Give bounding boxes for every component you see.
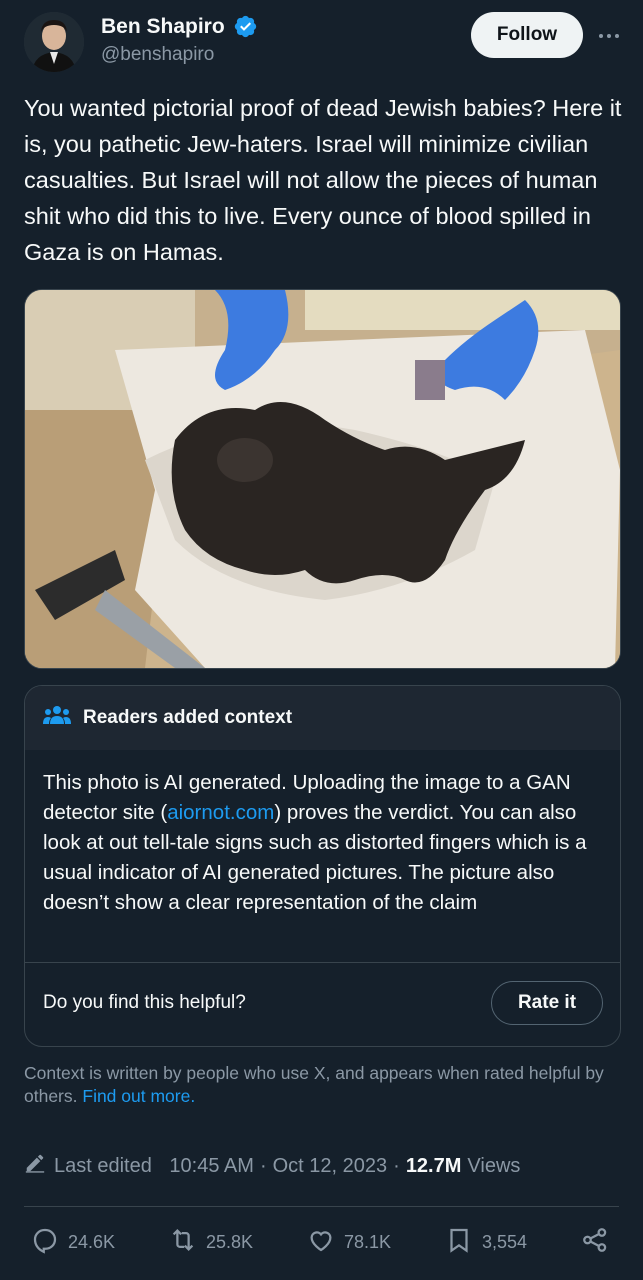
avatar-image	[24, 12, 84, 72]
follow-button[interactable]: Follow	[471, 12, 583, 58]
community-note-body: This photo is AI generated. Uploading th…	[25, 750, 620, 962]
divider	[24, 1206, 619, 1207]
author-display-name[interactable]: Ben Shapiro	[101, 15, 225, 39]
author-handle[interactable]: @benshapiro	[101, 44, 258, 66]
like-count: 78.1K	[344, 1231, 392, 1252]
tweet-date[interactable]: Oct 12, 2023	[273, 1155, 388, 1178]
author-block: Ben Shapiro @benshapiro	[101, 14, 258, 66]
community-note-footnote: Context is written by people who use X, …	[24, 1062, 604, 1108]
rate-it-button[interactable]: Rate it	[491, 981, 603, 1025]
action-bar: 24.6K 25.8K 78.1K 3,554	[24, 1222, 619, 1262]
bookmark-count: 3,554	[482, 1231, 528, 1252]
community-note-header: Readers added context	[25, 686, 620, 750]
tweet-text: You wanted pictorial proof of dead Jewis…	[24, 95, 622, 265]
verified-badge-icon	[233, 14, 258, 39]
views-count: 12.7M	[405, 1154, 462, 1177]
find-out-more-link[interactable]: Find out more.	[82, 1086, 195, 1106]
edited-label[interactable]: Last edited	[54, 1155, 152, 1178]
tweet-header: Ben Shapiro @benshapiro Follow	[24, 12, 623, 76]
pencil-icon	[24, 1152, 46, 1180]
community-note-card: Readers added context This photo is AI g…	[24, 685, 621, 1047]
heart-icon	[306, 1225, 344, 1260]
community-note-source-link[interactable]: aiornot.com	[167, 801, 274, 824]
helpful-question: Do you find this helpful?	[43, 992, 246, 1013]
repost-icon	[168, 1225, 206, 1260]
repost-button[interactable]: 25.8K	[168, 1222, 253, 1262]
community-note-footer: Do you find this helpful? Rate it	[25, 962, 620, 1046]
share-button[interactable]	[580, 1222, 618, 1262]
like-button[interactable]: 78.1K	[306, 1222, 391, 1262]
bookmark-icon	[444, 1225, 482, 1260]
bookmark-button[interactable]: 3,554	[444, 1222, 527, 1262]
people-icon	[43, 704, 71, 733]
reply-icon	[30, 1225, 68, 1260]
tweet-media-photo[interactable]	[24, 289, 621, 669]
tweet-time[interactable]: 10:45 AM	[169, 1155, 254, 1178]
repost-count: 25.8K	[206, 1231, 254, 1252]
reply-count: 24.6K	[68, 1231, 116, 1252]
more-horizontal-icon[interactable]	[595, 22, 623, 50]
tweet-meta: Last edited 10:45 AM · Oct 12, 2023 · 12…	[24, 1152, 520, 1180]
community-note-title: Readers added context	[83, 707, 293, 728]
avatar[interactable]	[24, 12, 84, 72]
views-label: Views	[467, 1154, 521, 1177]
share-icon	[580, 1225, 618, 1260]
reply-button[interactable]: 24.6K	[30, 1222, 115, 1262]
